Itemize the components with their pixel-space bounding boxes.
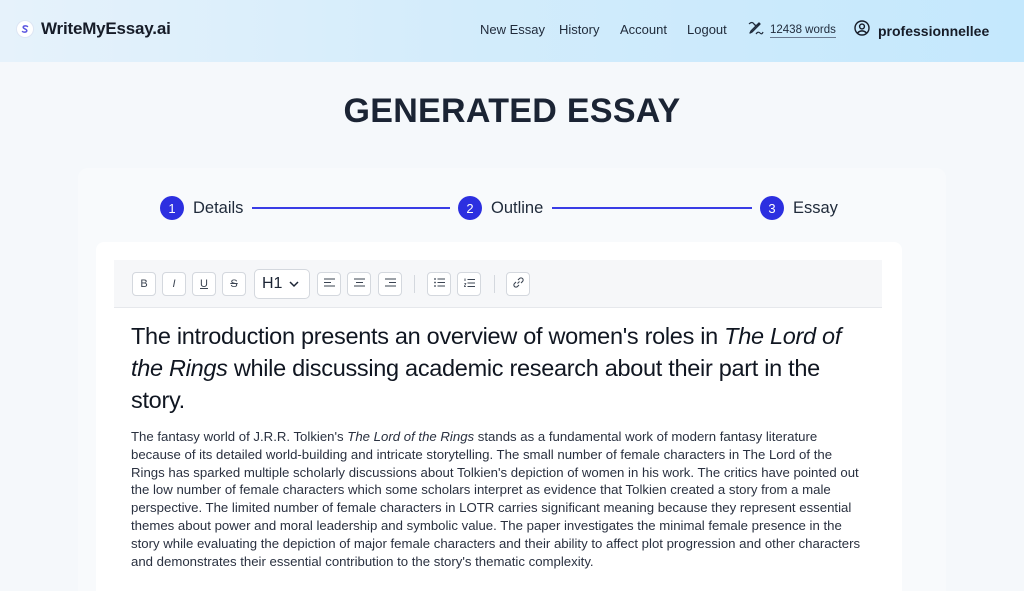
pen-icon [748, 20, 764, 41]
link-button[interactable] [506, 272, 530, 296]
chevron-down-icon [289, 275, 299, 293]
brand-logo-icon [17, 21, 33, 37]
nav-account[interactable]: Account [620, 22, 667, 37]
step-number: 3 [760, 196, 784, 220]
bullet-list-icon [433, 278, 445, 290]
align-right-button[interactable] [378, 272, 402, 296]
step-label: Details [193, 198, 244, 217]
align-left-button[interactable] [317, 272, 341, 296]
brand-logo-link[interactable]: WriteMyEssay.ai [17, 19, 171, 39]
essay-paragraph: The fantasy world of J.R.R. Tolkien's Th… [131, 428, 866, 570]
page-title: GENERATED ESSAY [343, 92, 681, 130]
user-avatar-icon [854, 20, 870, 41]
heading-select[interactable]: H1 [254, 269, 310, 299]
align-left-icon [323, 278, 335, 290]
top-nav-bar: WriteMyEssay.ai New Essay History Accoun… [0, 0, 1024, 62]
word-balance[interactable]: 12438 words [748, 20, 836, 41]
essay-heading-text: The introduction presents an overview of… [131, 323, 725, 349]
paragraph-text: The fantasy world of J.R.R. Tolkien's [131, 429, 348, 444]
align-center-icon [353, 278, 365, 290]
link-icon [512, 277, 524, 291]
step-number: 1 [160, 196, 184, 220]
bullet-list-button[interactable] [427, 272, 451, 296]
step-details[interactable]: 1 Details [160, 196, 243, 220]
nav-history[interactable]: History [559, 22, 599, 37]
step-outline[interactable]: 2 Outline [458, 196, 543, 220]
editor-toolbar: B I U S H1 [114, 260, 882, 308]
progress-stepper: 1 Details 2 Outline 3 Essay [160, 196, 840, 220]
numbered-list-button[interactable] [457, 272, 481, 296]
bold-icon: B [140, 278, 148, 290]
word-count: 12438 words [770, 23, 836, 38]
step-essay[interactable]: 3 Essay [760, 196, 838, 220]
heading-select-value: H1 [262, 275, 283, 292]
paragraph-text: stands as a fundamental work of modern f… [131, 429, 861, 569]
step-label: Essay [793, 198, 838, 217]
italic-icon: I [172, 278, 176, 290]
underline-icon: U [200, 278, 208, 290]
username: professionnellee [878, 22, 990, 39]
strikethrough-icon: S [230, 278, 238, 290]
step-number: 2 [458, 196, 482, 220]
essay-content[interactable]: The introduction presents an overview of… [131, 320, 866, 570]
numbered-list-icon [463, 278, 475, 291]
step-connector [252, 207, 450, 209]
bold-button[interactable]: B [132, 272, 156, 296]
nav-new-essay[interactable]: New Essay [480, 22, 545, 37]
brand-name: WriteMyEssay.ai [41, 19, 171, 38]
step-connector [552, 207, 752, 209]
align-right-icon [384, 278, 396, 290]
strikethrough-button[interactable]: S [222, 272, 246, 296]
step-label: Outline [491, 198, 544, 217]
paragraph-title: The Lord of the Rings [347, 429, 475, 444]
essay-heading: The introduction presents an overview of… [131, 320, 866, 416]
toolbar-divider [494, 275, 495, 293]
italic-button[interactable]: I [162, 272, 186, 296]
essay-heading-text: while discussing academic research about… [131, 355, 820, 413]
underline-button[interactable]: U [192, 272, 216, 296]
nav-logout[interactable]: Logout [687, 22, 727, 37]
align-center-button[interactable] [347, 272, 371, 296]
user-menu[interactable]: professionnellee [854, 20, 989, 41]
toolbar-divider [414, 275, 415, 293]
